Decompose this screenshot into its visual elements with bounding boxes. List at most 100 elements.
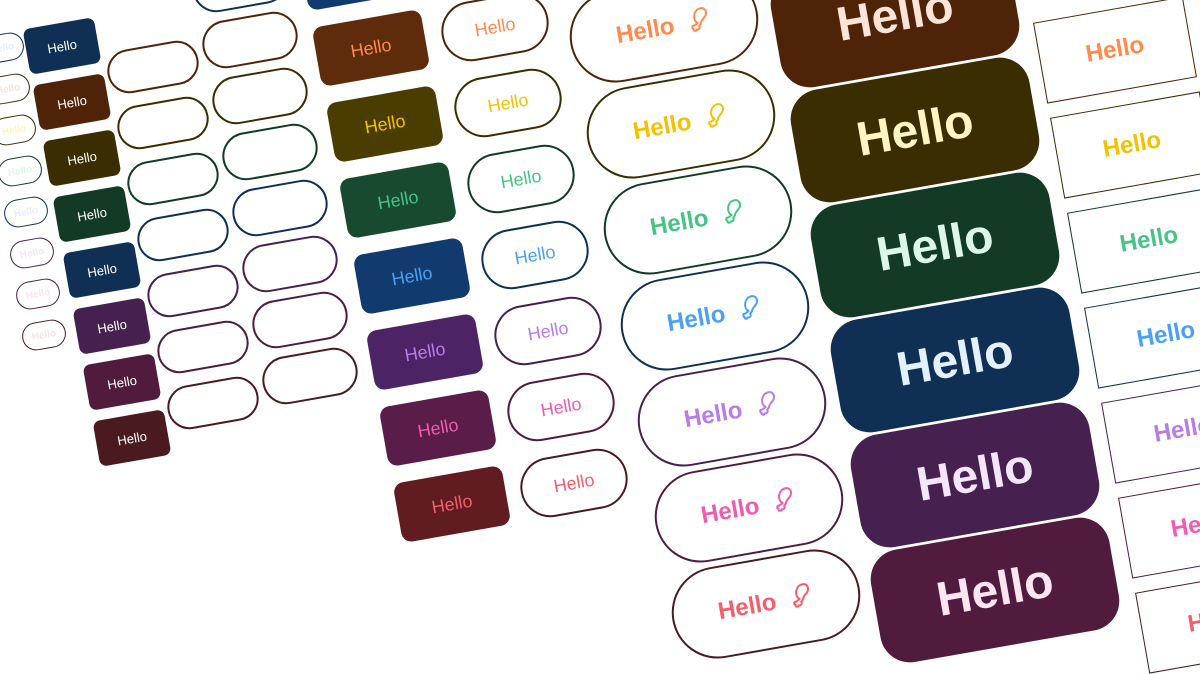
button-label: Hello	[416, 414, 461, 441]
button-label: Hello	[681, 396, 745, 434]
empty-outline-button-green[interactable]	[123, 149, 223, 209]
button-label: Hello	[1100, 126, 1164, 163]
button-label: Hello	[499, 165, 544, 192]
button-label: Hello	[525, 317, 570, 344]
medium-filled-button-green[interactable]: Hello	[338, 160, 458, 240]
button-label: Hello	[106, 372, 138, 392]
drumstick-icon	[738, 291, 765, 327]
button-label: Hello	[429, 490, 474, 517]
small-filled-button-yellow[interactable]: Hello	[42, 129, 122, 187]
medium-outline-button-blue[interactable]: Hello	[476, 216, 593, 294]
button-label: Hello	[1083, 31, 1147, 68]
button-label: Hello	[0, 81, 21, 97]
small-filled-button-blue[interactable]: Hello	[62, 241, 142, 299]
drumstick-icon	[772, 483, 799, 519]
empty-outline-button-pink[interactable]	[153, 317, 253, 377]
empty-outline-large-button-yellow[interactable]	[208, 64, 312, 128]
square-outline-button-orange[interactable]: Hello	[1033, 0, 1197, 104]
button-label: Hello	[349, 34, 394, 61]
button-label: Hello	[630, 108, 694, 146]
drumstick-icon	[687, 3, 714, 39]
button-label: Hello	[892, 323, 1018, 397]
button-label: Hello	[1151, 411, 1200, 448]
tiny-outline-button-blue[interactable]: Hello	[1, 194, 51, 230]
empty-outline-button-orange[interactable]	[103, 37, 203, 97]
button-label: Hello	[664, 300, 728, 338]
empty-outline-large-button-green[interactable]	[218, 120, 322, 184]
button-label: Hello	[389, 262, 434, 289]
tiny-outline-button-red[interactable]: Hello	[19, 317, 69, 353]
button-label: Hello	[402, 338, 447, 365]
empty-outline-large-button-purple[interactable]	[238, 232, 342, 296]
button-label: Hello	[96, 316, 128, 336]
empty-outline-button-yellow[interactable]	[113, 93, 213, 153]
medium-filled-button-purple[interactable]: Hello	[365, 312, 485, 392]
button-label: Hello	[24, 286, 51, 302]
small-filled-button-purple[interactable]: Hello	[72, 297, 152, 355]
empty-outline-button-blue[interactable]	[133, 205, 233, 265]
tiny-outline-button-yellow[interactable]: Hello	[0, 112, 39, 148]
drumstick-icon	[755, 387, 782, 423]
button-label: Hello	[46, 36, 78, 56]
empty-outline-large-button-red[interactable]	[258, 344, 362, 408]
button-label: Hello	[613, 12, 677, 50]
small-filled-button-blue[interactable]: Hello	[22, 17, 102, 75]
square-outline-button-blue[interactable]: Hello	[1084, 281, 1200, 389]
button-label: Hello	[76, 204, 108, 224]
medium-filled-button-orange[interactable]: Hello	[312, 8, 431, 88]
button-label: Hello	[0, 122, 27, 138]
empty-outline-large-button-pink[interactable]	[248, 288, 352, 352]
medium-filled-button-red[interactable]: Hello	[392, 464, 512, 544]
button-label: Hello	[56, 92, 88, 112]
square-outline-button-red[interactable]: Hello	[1135, 566, 1200, 674]
button-label: Hello	[6, 163, 33, 179]
button-label: Hello	[1117, 221, 1181, 258]
tiny-outline-button-green[interactable]: Hello	[0, 153, 45, 189]
small-filled-button-orange[interactable]: Hello	[32, 73, 112, 131]
square-outline-button-yellow[interactable]: Hello	[1050, 91, 1200, 199]
button-label: Hello	[376, 186, 421, 213]
tiny-outline-button-pink[interactable]: Hello	[13, 276, 63, 312]
button-label: Hello	[116, 428, 148, 448]
empty-outline-large-button-orange[interactable]	[198, 8, 302, 72]
button-label: Hello	[912, 438, 1038, 512]
medium-outline-button-yellow[interactable]: Hello	[449, 64, 567, 142]
drumstick-icon	[789, 579, 816, 615]
button-label: Hello	[512, 241, 557, 268]
medium-outline-button-orange[interactable]: Hello	[436, 0, 554, 66]
medium-outline-button-purple[interactable]: Hello	[489, 292, 607, 370]
button-label: Hello	[1168, 506, 1200, 543]
button-label: Hello	[0, 40, 15, 56]
button-label: Hello	[86, 260, 118, 280]
button-label: Hello	[1134, 316, 1198, 353]
medium-filled-button-blue[interactable]: Hello	[352, 236, 471, 316]
medium-filled-button-yellow[interactable]: Hello	[325, 84, 445, 164]
button-label: Hello	[12, 204, 39, 220]
button-label: Hello	[872, 208, 998, 282]
button-label: Hello	[362, 110, 407, 137]
square-outline-button-green[interactable]: Hello	[1067, 186, 1200, 294]
tiny-outline-button-orange[interactable]: Hello	[0, 71, 33, 107]
button-label: Hello	[1185, 601, 1200, 638]
button-label: Hello	[698, 492, 762, 530]
small-filled-button-red[interactable]: Hello	[92, 409, 172, 467]
medium-outline-button-pink[interactable]: Hello	[502, 368, 620, 446]
medium-filled-button-blue[interactable]: Hello	[298, 0, 418, 12]
empty-outline-button-red[interactable]	[163, 373, 263, 433]
medium-outline-button-red[interactable]: Hello	[515, 444, 633, 522]
square-outline-button-pink[interactable]: Hello	[1118, 471, 1200, 579]
button-label: Hello	[647, 204, 711, 242]
button-label: Hello	[30, 327, 57, 343]
button-label: Hello	[715, 588, 779, 626]
small-filled-button-green[interactable]: Hello	[52, 185, 132, 243]
square-outline-button-purple[interactable]: Hello	[1101, 376, 1200, 484]
tiny-outline-button-blue[interactable]: Hello	[0, 30, 27, 66]
tiny-outline-button-purple[interactable]: Hello	[7, 235, 57, 271]
small-filled-button-pink[interactable]: Hello	[82, 353, 162, 411]
empty-outline-button-purple[interactable]	[143, 261, 243, 321]
medium-outline-button-green[interactable]: Hello	[463, 140, 580, 218]
button-label: Hello	[852, 93, 978, 167]
button-label: Hello	[66, 148, 98, 168]
medium-filled-button-pink[interactable]: Hello	[379, 388, 498, 468]
empty-outline-large-button-blue[interactable]	[228, 176, 332, 240]
